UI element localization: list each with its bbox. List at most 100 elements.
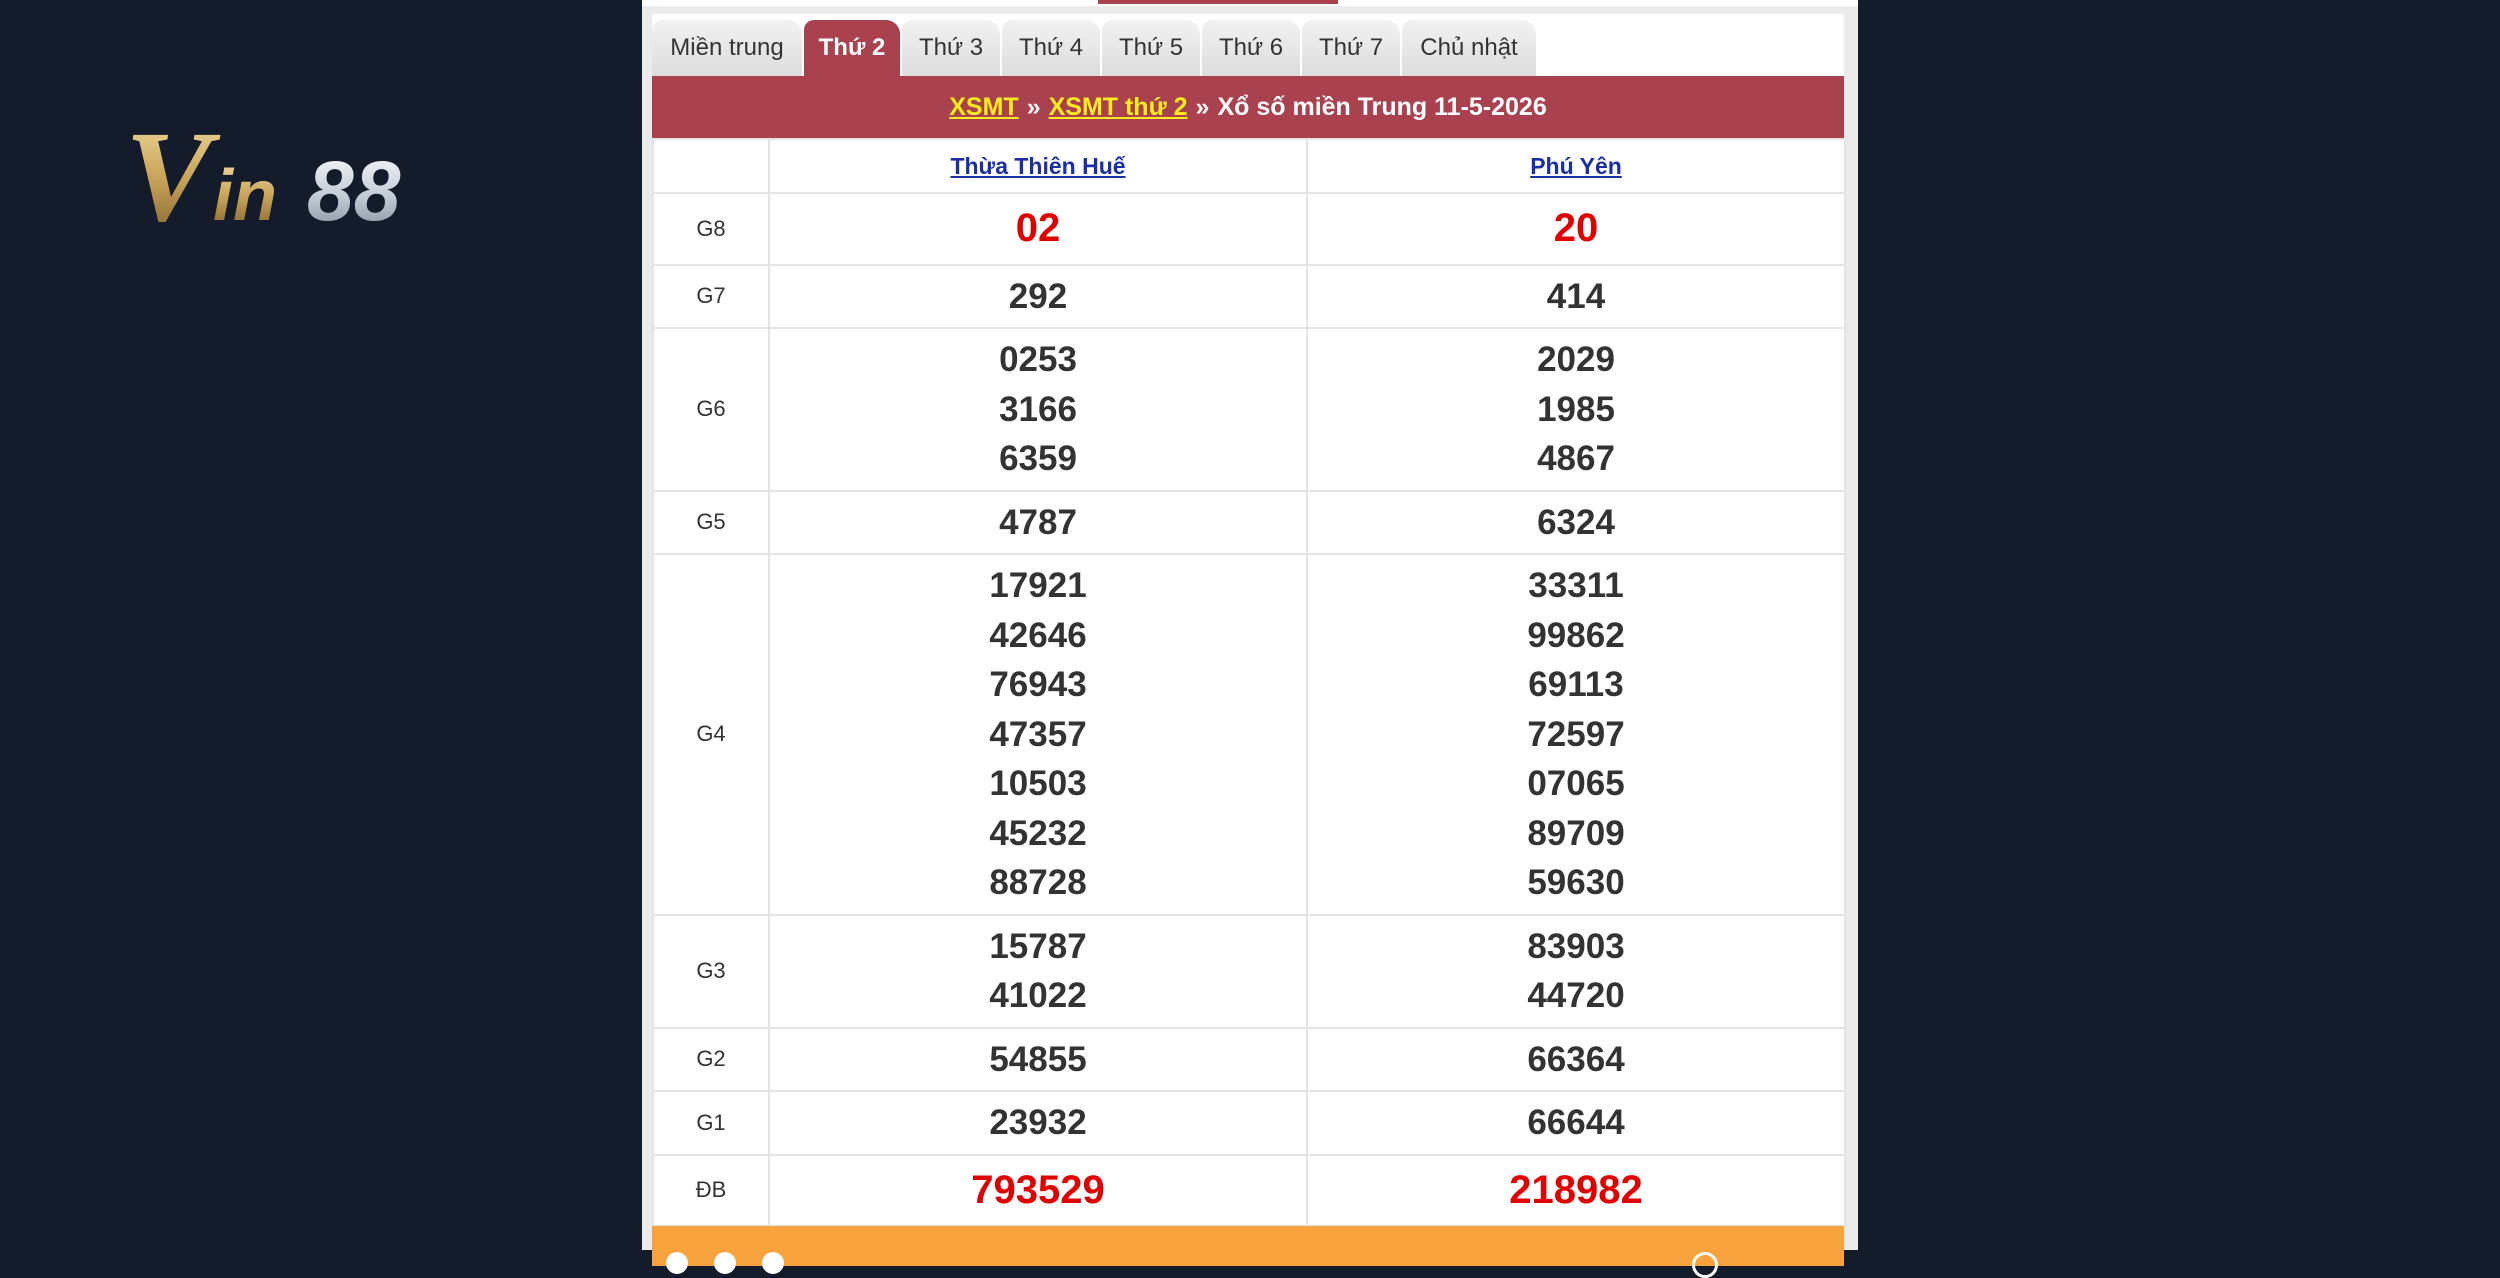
prize-number-cell: 54855 bbox=[768, 1026, 1308, 1092]
prize-number: 42646 bbox=[989, 615, 1087, 655]
prize-row: G6 0253 3166 6359 2029 1985 4867 bbox=[652, 327, 1846, 492]
prize-row: G5 4787 6324 bbox=[652, 489, 1846, 555]
prize-number: 76943 bbox=[989, 665, 1087, 704]
tab-label: Chủ nhật bbox=[1420, 34, 1518, 61]
prize-number: 66644 bbox=[1527, 1103, 1625, 1142]
prize-number-cell: 02 bbox=[768, 192, 1308, 266]
tab-thu-4[interactable]: Thứ 4 bbox=[1002, 20, 1100, 76]
results-panel: Miền trung Thứ 2 Thứ 3 Thứ 4 Thứ 5 Thứ 6… bbox=[642, 0, 1858, 1278]
tab-label: Thứ 2 bbox=[818, 34, 886, 61]
tab-thu-3[interactable]: Thứ 3 bbox=[902, 20, 1000, 76]
svg-text:88: 88 bbox=[307, 144, 401, 230]
prize-number: 414 bbox=[1546, 276, 1606, 316]
results-table: Thừa Thiên Huế Phú Yên G8 02 20 G7 292 414 G6 0… bbox=[652, 138, 1846, 1227]
results-footer-bar bbox=[652, 1226, 1844, 1278]
province-cell: Thừa Thiên Huế bbox=[768, 138, 1308, 194]
prize-number-cell: 414 bbox=[1306, 263, 1846, 329]
prize-number: 33311 bbox=[1528, 566, 1624, 605]
province-link-phu-yen[interactable]: Phú Yên bbox=[1530, 153, 1622, 179]
tab-mien-trung[interactable]: Miền trung bbox=[652, 20, 802, 76]
results-title-text: Xổ số miền Trung 11-5-2026 bbox=[1217, 92, 1547, 121]
prize-number-cell: 292 bbox=[768, 263, 1308, 329]
svg-text:V: V bbox=[125, 120, 221, 230]
prize-number: 6324 bbox=[1537, 502, 1615, 542]
prize-label: G1 bbox=[652, 1090, 770, 1156]
prize-number: 47357 bbox=[989, 714, 1087, 754]
prize-number-cell: 83903 44720 bbox=[1306, 913, 1846, 1029]
prize-label: ĐB bbox=[652, 1153, 770, 1227]
tab-chu-nhat[interactable]: Chủ nhật bbox=[1402, 20, 1536, 76]
prize-number: 99862 bbox=[1527, 615, 1625, 655]
prize-number-cell: 0253 3166 6359 bbox=[768, 327, 1308, 492]
vin88-logo: V in 88 bbox=[125, 120, 401, 230]
prize-row: G8 02 20 bbox=[652, 192, 1846, 266]
tab-thu-6[interactable]: Thứ 6 bbox=[1202, 20, 1300, 76]
prize-number: 3166 bbox=[999, 389, 1077, 429]
prize-number: 15787 bbox=[989, 926, 1087, 966]
results-title-bar: XSMT » XSMT thứ 2 » Xổ số miền Trung 11-… bbox=[652, 76, 1844, 138]
prize-row: G2 54855 66364 bbox=[652, 1026, 1846, 1092]
breadcrumb-separator: » bbox=[1026, 92, 1041, 121]
prize-number: 83903 bbox=[1527, 926, 1625, 966]
prize-number-cell: 218982 bbox=[1306, 1153, 1846, 1227]
prize-label: G8 bbox=[652, 192, 770, 266]
prize-number: 44720 bbox=[1527, 976, 1625, 1015]
prize-number: 2029 bbox=[1537, 340, 1615, 379]
prize-number-cell: 15787 41022 bbox=[768, 913, 1308, 1029]
prize-number: 292 bbox=[1008, 276, 1068, 316]
prize-number-cell: 23932 bbox=[768, 1090, 1308, 1156]
prize-number: 20 bbox=[1553, 206, 1599, 250]
breadcrumb-separator: » bbox=[1195, 92, 1210, 121]
xsmt-link[interactable]: XSMT bbox=[949, 93, 1018, 122]
radio-icon[interactable] bbox=[762, 1252, 784, 1274]
prize-label: G2 bbox=[652, 1026, 770, 1092]
tab-label: Thứ 4 bbox=[1018, 34, 1084, 61]
tab-label: Thứ 7 bbox=[1318, 34, 1384, 61]
prize-row: ĐB 793529 218982 bbox=[652, 1153, 1846, 1227]
panel-top-border bbox=[642, 0, 1858, 6]
settings-icon[interactable] bbox=[1692, 1252, 1718, 1278]
prize-number: 66364 bbox=[1527, 1039, 1625, 1079]
prize-number: 54855 bbox=[989, 1039, 1087, 1079]
prize-label: G3 bbox=[652, 913, 770, 1029]
prize-label: G4 bbox=[652, 553, 770, 916]
province-cell: Phú Yên bbox=[1306, 138, 1846, 194]
xsmt-thu-2-link[interactable]: XSMT thứ 2 bbox=[1049, 93, 1188, 122]
prize-number: 59630 bbox=[1527, 863, 1625, 902]
prize-number: 72597 bbox=[1527, 714, 1625, 754]
tab-thu-2[interactable]: Thứ 2 bbox=[804, 20, 900, 76]
radio-icon[interactable] bbox=[666, 1252, 688, 1274]
prize-number: 218982 bbox=[1509, 1167, 1643, 1212]
prize-number-cell: 66364 bbox=[1306, 1026, 1846, 1092]
prize-number-cell: 17921 42646 76943 47357 10503 45232 88728 bbox=[768, 553, 1308, 916]
prize-number: 793529 bbox=[971, 1167, 1105, 1212]
prize-number: 0253 bbox=[999, 340, 1077, 379]
results-container: Miền trung Thứ 2 Thứ 3 Thứ 4 Thứ 5 Thứ 6… bbox=[652, 14, 1846, 1278]
prize-number: 41022 bbox=[989, 976, 1087, 1015]
prize-row: G7 292 414 bbox=[652, 263, 1846, 329]
tab-label: Thứ 5 bbox=[1118, 34, 1184, 61]
svg-text:in: in bbox=[213, 156, 277, 230]
prize-row: G4 17921 42646 76943 47357 10503 45232 88728 333… bbox=[652, 553, 1846, 916]
tab-thu-7[interactable]: Thứ 7 bbox=[1302, 20, 1400, 76]
prize-header-empty bbox=[652, 138, 770, 194]
prize-number-cell: 6324 bbox=[1306, 489, 1846, 555]
province-header-row: Thừa Thiên Huế Phú Yên bbox=[652, 138, 1846, 194]
prize-number-cell: 4787 bbox=[768, 489, 1308, 555]
prize-number: 10503 bbox=[989, 764, 1087, 803]
prize-number: 69113 bbox=[1528, 665, 1624, 704]
tab-label: Miền trung bbox=[670, 34, 784, 61]
tab-thu-5[interactable]: Thứ 5 bbox=[1102, 20, 1200, 76]
prize-number-cell: 33311 99862 69113 72597 07065 89709 59630 bbox=[1306, 553, 1846, 916]
prize-label: G5 bbox=[652, 489, 770, 555]
prize-number: 02 bbox=[1015, 206, 1061, 250]
tab-label: Thứ 3 bbox=[918, 34, 984, 61]
prize-number-cell: 2029 1985 4867 bbox=[1306, 327, 1846, 492]
prize-number: 89709 bbox=[1527, 813, 1625, 853]
radio-icon[interactable] bbox=[714, 1252, 736, 1274]
prize-number: 4867 bbox=[1537, 439, 1615, 478]
prize-label: G6 bbox=[652, 327, 770, 492]
prize-number: 1985 bbox=[1537, 389, 1615, 429]
province-link-thua-thien-hue[interactable]: Thừa Thiên Huế bbox=[950, 153, 1125, 179]
prize-label: G7 bbox=[652, 263, 770, 329]
